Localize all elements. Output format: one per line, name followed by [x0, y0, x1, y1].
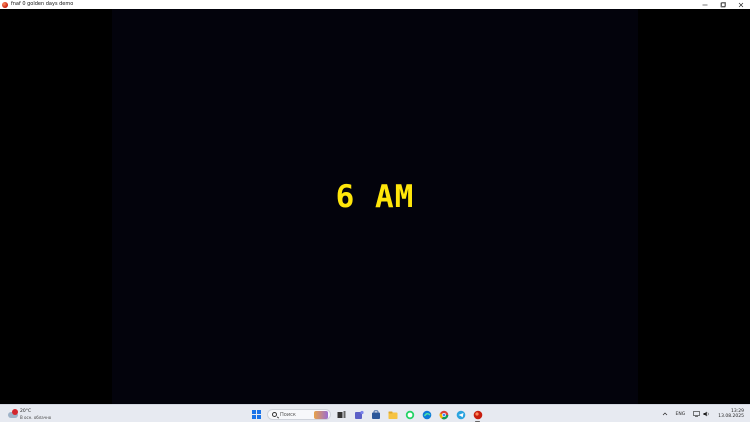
window-title-bar[interactable]: fnaf 0 golden days demo: [0, 0, 750, 9]
maximize-icon: [720, 1, 726, 7]
taskbar: 20°C В осн. облачно Поиск ENG 13:29 13.0…: [0, 404, 750, 422]
telegram-icon: [456, 410, 465, 419]
cloud-icon: [8, 409, 18, 419]
clock-date: 13.08.2025: [718, 414, 744, 419]
teams-icon: [354, 410, 364, 419]
tray-overflow-button[interactable]: [662, 411, 668, 417]
chrome-icon: [439, 410, 448, 419]
network-volume-group[interactable]: [693, 411, 710, 417]
search-icon: [272, 412, 277, 417]
close-button[interactable]: [732, 0, 750, 9]
system-tray: ENG 13:29 13.08.2025: [658, 406, 750, 422]
volume-icon: [703, 411, 709, 417]
taskbar-app-teams[interactable]: [352, 408, 365, 421]
windows-logo-icon: [252, 410, 261, 419]
minimize-icon: [702, 4, 708, 5]
taskbar-app-telegram[interactable]: [454, 408, 467, 421]
game-app-icon: [473, 410, 482, 419]
task-view-icon: [337, 411, 346, 418]
taskbar-app-store[interactable]: [369, 408, 382, 421]
maximize-button[interactable]: [714, 0, 732, 9]
taskbar-clock[interactable]: 13:29 13.08.2025: [718, 409, 744, 419]
taskbar-apps: Поиск: [248, 407, 486, 422]
store-icon: [371, 409, 380, 419]
file-explorer-icon: [388, 411, 397, 419]
close-icon: [738, 2, 744, 7]
weather-widget[interactable]: 20°C В осн. облачно: [8, 406, 51, 422]
edge-icon: [422, 410, 431, 419]
app-icon: [2, 1, 8, 8]
language-indicator[interactable]: ENG: [676, 412, 686, 417]
taskbar-app-chrome[interactable]: [437, 408, 450, 421]
window-title: fnaf 0 golden days demo: [11, 1, 74, 7]
whatsapp-icon: [405, 410, 414, 419]
weather-temperature: 20°C: [20, 408, 32, 414]
minimize-button[interactable]: [696, 0, 714, 9]
taskbar-app-game[interactable]: [471, 408, 484, 422]
chevron-up-icon: [662, 412, 667, 416]
taskbar-app-file-explorer[interactable]: [386, 408, 399, 421]
taskbar-app-whatsapp[interactable]: [403, 408, 416, 421]
task-view-button[interactable]: [335, 408, 348, 421]
window-controls: [696, 0, 750, 9]
network-icon: [693, 411, 701, 417]
search-placeholder: Поиск: [280, 411, 296, 418]
taskbar-app-edge[interactable]: [420, 408, 433, 421]
start-button[interactable]: [250, 408, 263, 421]
search-highlight-icon: [314, 410, 328, 419]
weather-description: В осн. облачно: [20, 414, 52, 420]
night-end-time-text: 6 AM: [335, 179, 415, 215]
taskbar-search[interactable]: Поиск: [267, 409, 331, 420]
